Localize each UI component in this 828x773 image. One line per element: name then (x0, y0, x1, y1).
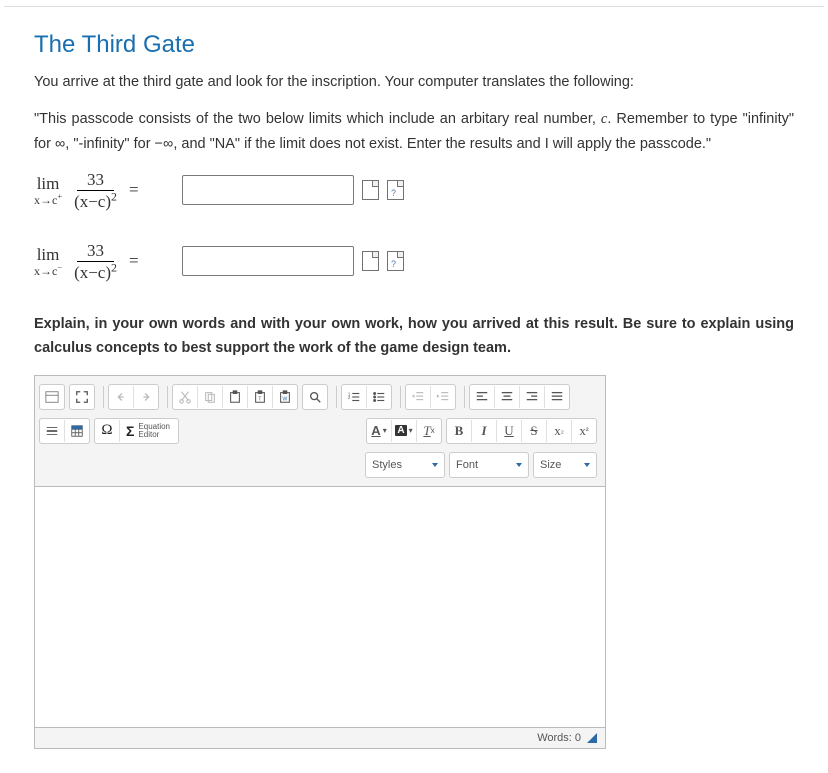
cut-icon[interactable] (173, 386, 197, 408)
numbered-list-icon[interactable]: 12 (342, 386, 366, 408)
limit-expression-2: lim x→c− 33 (x−c)2 = (34, 242, 174, 281)
redo-icon[interactable] (133, 386, 158, 408)
horizontal-rule-icon[interactable] (40, 420, 64, 442)
limit-expression-1: lim x→c+ 33 (x−c)2 = (34, 171, 174, 210)
svg-text:T: T (258, 396, 262, 402)
subscript-button[interactable]: x₂ (546, 420, 571, 442)
special-char-button[interactable]: Ω (95, 420, 119, 442)
page-title: The Third Gate (34, 31, 794, 59)
bullet-list-icon[interactable] (366, 386, 391, 408)
equation-editor-button[interactable]: ΣEquation Editor (119, 420, 178, 442)
undo-icon[interactable] (109, 386, 133, 408)
preview-answer-icon[interactable] (362, 251, 379, 271)
align-center-icon[interactable] (494, 386, 519, 408)
table-icon[interactable] (64, 420, 89, 442)
word-count: Words: 0 (537, 732, 581, 744)
bg-color-button[interactable]: A▾ (391, 420, 416, 442)
svg-text:W: W (282, 396, 287, 402)
svg-text:2: 2 (348, 394, 351, 399)
superscript-button[interactable]: x² (571, 420, 596, 442)
paste-text-icon[interactable]: T (247, 386, 272, 408)
editor-toolbar: T W 12 (35, 376, 605, 487)
align-justify-icon[interactable] (544, 386, 569, 408)
help-answer-icon[interactable] (387, 180, 404, 200)
intro-text: You arrive at the third gate and look fo… (34, 71, 794, 93)
size-select[interactable]: Size (533, 452, 597, 478)
indent-icon[interactable] (430, 386, 455, 408)
copy-icon[interactable] (197, 386, 222, 408)
bold-button[interactable]: B (447, 420, 471, 442)
find-icon[interactable] (303, 386, 327, 408)
explain-prompt: Explain, in your own words and with your… (34, 313, 794, 361)
answer-input-2[interactable] (182, 246, 354, 276)
equation-row-1: lim x→c+ 33 (x−c)2 = (34, 171, 794, 210)
strike-button[interactable]: S (521, 420, 546, 442)
paste-word-icon[interactable]: W (272, 386, 297, 408)
styles-select[interactable]: Styles (365, 452, 445, 478)
remove-format-button[interactable]: Tx (416, 420, 441, 442)
align-right-icon[interactable] (519, 386, 544, 408)
align-left-icon[interactable] (470, 386, 494, 408)
preview-answer-icon[interactable] (362, 180, 379, 200)
font-select[interactable]: Font (449, 452, 529, 478)
answer-input-1[interactable] (182, 175, 354, 205)
outdent-icon[interactable] (406, 386, 430, 408)
editor-textarea[interactable] (35, 487, 605, 727)
editor-footer: Words: 0 (35, 727, 605, 748)
help-answer-icon[interactable] (387, 251, 404, 271)
passage-text: "This passcode consists of the two below… (34, 107, 794, 156)
rich-text-editor: T W 12 (34, 375, 606, 749)
equation-row-2: lim x→c− 33 (x−c)2 = (34, 242, 794, 281)
text-color-button[interactable]: A▾ (367, 420, 391, 442)
source-icon[interactable] (40, 386, 64, 408)
maximize-icon[interactable] (70, 386, 94, 408)
underline-button[interactable]: U (496, 420, 521, 442)
resize-grip-icon[interactable] (587, 733, 597, 743)
italic-button[interactable]: I (471, 420, 496, 442)
paste-icon[interactable] (222, 386, 247, 408)
